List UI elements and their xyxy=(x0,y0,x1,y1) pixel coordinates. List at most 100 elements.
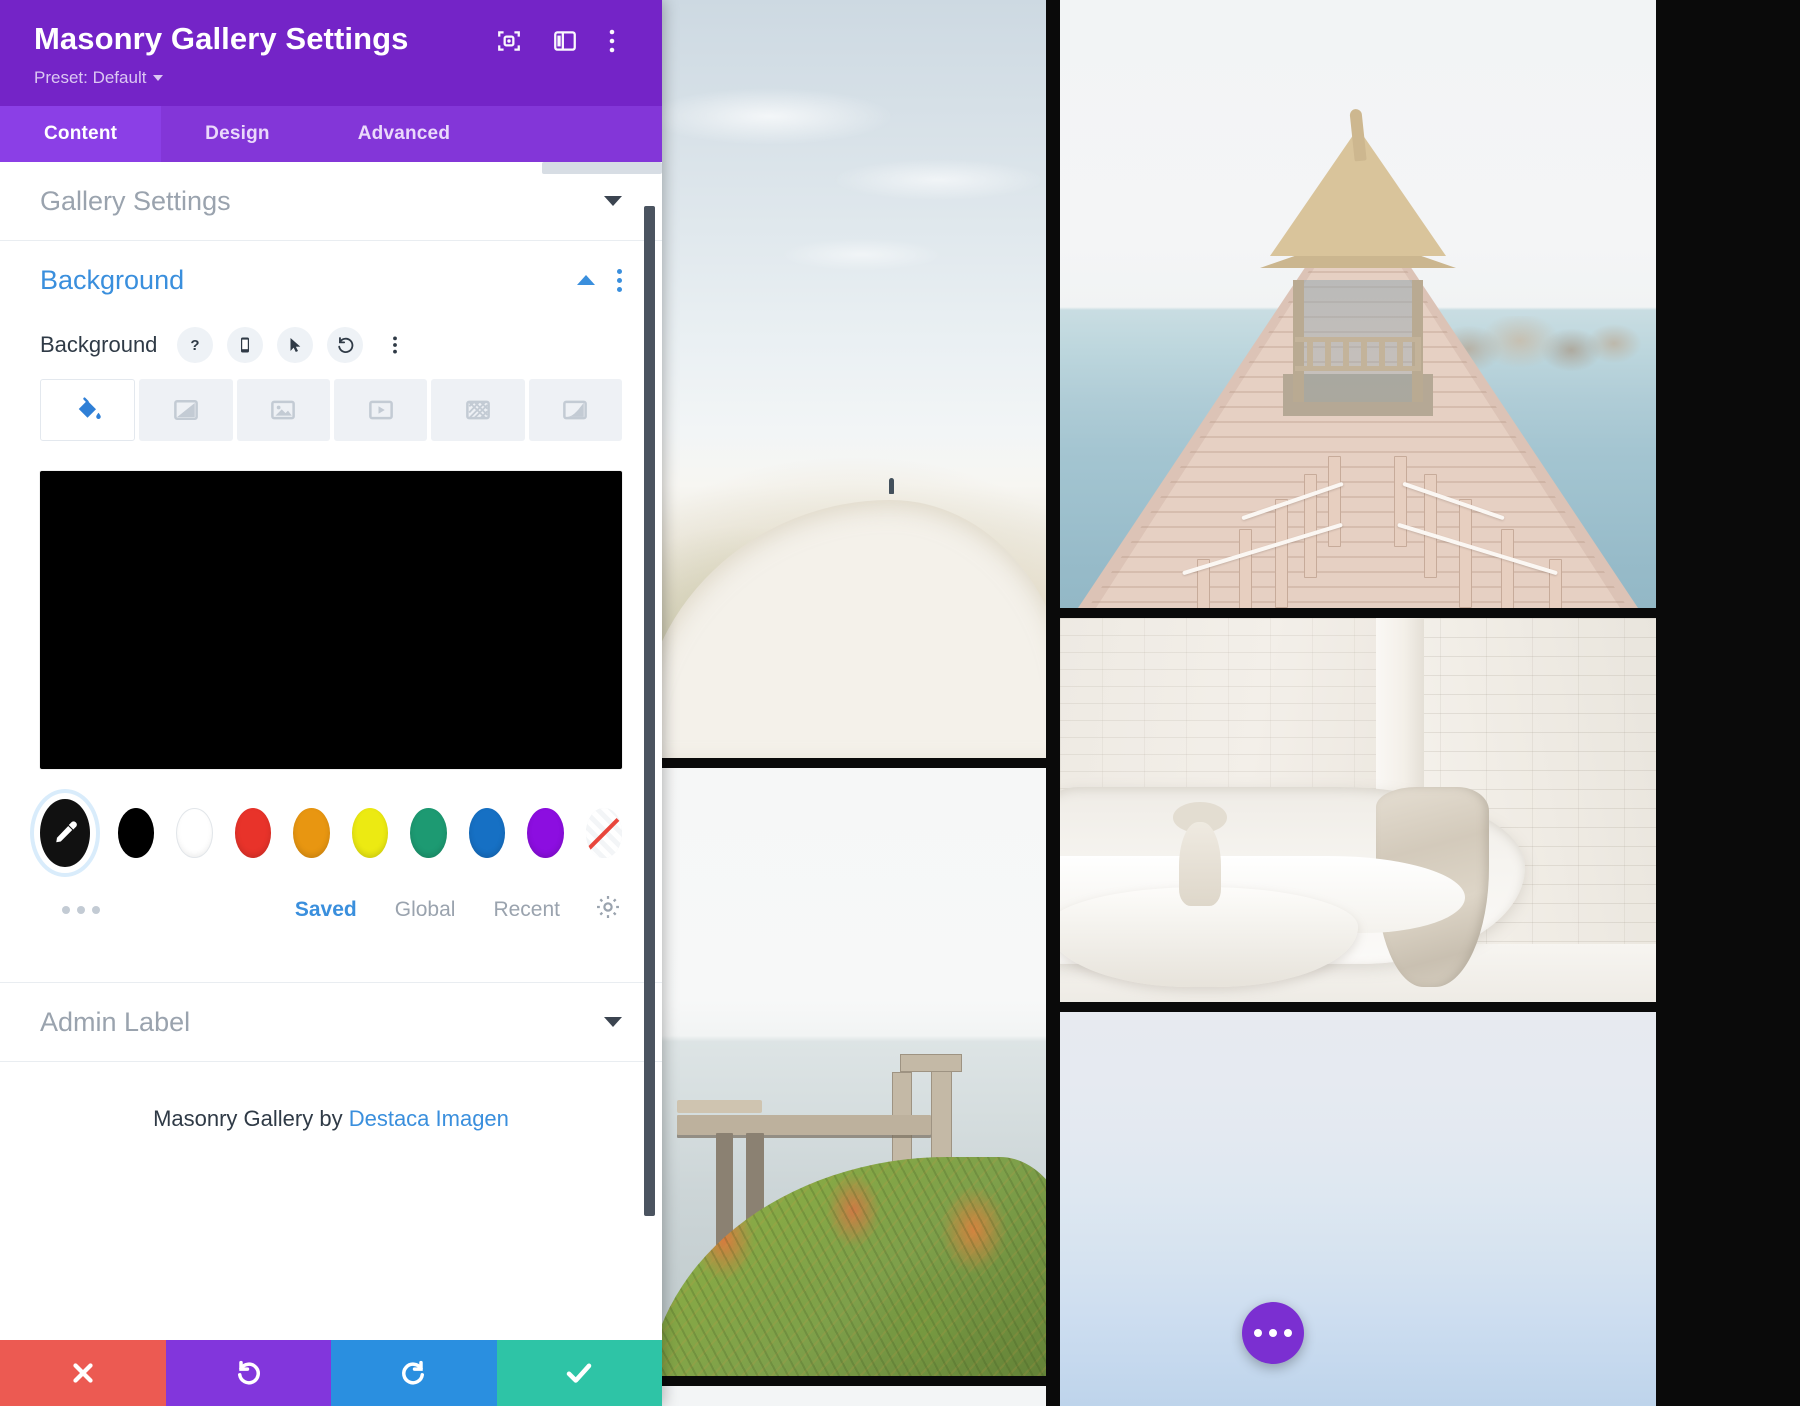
check-icon xyxy=(566,1363,592,1383)
sidebar-item-gallery-settings[interactable]: Gallery Settings xyxy=(40,162,622,240)
layout-panel-icon[interactable] xyxy=(552,28,578,59)
gradient-icon xyxy=(174,400,198,420)
swatch-white[interactable] xyxy=(176,808,213,858)
credit-prefix: Masonry Gallery by xyxy=(153,1106,349,1131)
dune-scrub-grass xyxy=(662,591,1046,758)
panel-tabs: Content Design Advanced xyxy=(0,106,662,162)
help-icon[interactable]: ? xyxy=(177,327,214,363)
background-type-tabs xyxy=(40,379,622,441)
chevron-down-icon xyxy=(153,75,164,81)
cliff-post-b xyxy=(930,1056,952,1173)
eyedropper-swatch[interactable] xyxy=(40,799,90,867)
preset-selector[interactable]: Preset: Default xyxy=(34,68,628,88)
reset-icon[interactable] xyxy=(327,327,364,363)
chevron-up-icon xyxy=(577,275,595,285)
app-root: Masonry Gallery Settings Preset: Default… xyxy=(0,0,1800,1406)
three-dots-icon xyxy=(1269,1329,1277,1337)
background-field-label: Background xyxy=(40,332,158,357)
bench-top xyxy=(677,1114,931,1136)
section-admin-label: Admin Label xyxy=(0,983,662,1061)
tab-design[interactable]: Design xyxy=(161,106,314,162)
swatch-orange[interactable] xyxy=(293,808,330,858)
pier-photo xyxy=(1060,0,1656,608)
pattern-icon xyxy=(466,400,490,420)
gazebo-railing xyxy=(1295,337,1421,372)
cancel-button[interactable] xyxy=(0,1340,166,1406)
pier-post xyxy=(1328,456,1342,548)
sky-photo xyxy=(1060,1012,1656,1406)
color-preview[interactable] xyxy=(40,471,622,769)
panel-subbar xyxy=(542,162,662,174)
preset-label: Preset: Default xyxy=(34,68,147,87)
pier-post xyxy=(1459,498,1473,608)
three-dots-icon xyxy=(1284,1329,1292,1337)
gallery-image-sky[interactable] xyxy=(1060,1012,1656,1406)
gallery-image-partial[interactable] xyxy=(662,1386,1046,1406)
palette-tab-global[interactable]: Global xyxy=(395,898,456,922)
section-title-gallery-settings: Gallery Settings xyxy=(40,185,231,216)
pier-post xyxy=(1238,528,1252,608)
tab-advanced[interactable]: Advanced xyxy=(314,106,494,162)
cliff-post-c xyxy=(900,1053,962,1072)
swatch-purple[interactable] xyxy=(527,808,564,858)
gallery-image-pier[interactable] xyxy=(1060,0,1656,608)
svg-text:?: ? xyxy=(191,337,200,354)
section-background: Background Background ? Saved Global Rec… xyxy=(0,241,662,926)
gear-icon[interactable] xyxy=(594,893,622,926)
palette-tab-saved[interactable]: Saved xyxy=(295,898,357,922)
panel-title: Masonry Gallery Settings xyxy=(34,21,409,56)
dune-photo xyxy=(662,0,1046,758)
responsive-mobile-icon[interactable] xyxy=(227,327,264,363)
hover-cursor-icon[interactable] xyxy=(277,327,314,363)
close-icon xyxy=(73,1363,93,1383)
panel-footer xyxy=(0,1340,662,1406)
sidebar-item-background[interactable]: Background xyxy=(40,241,622,319)
panel-header: Masonry Gallery Settings Preset: Default xyxy=(0,0,662,106)
more-options-icon[interactable] xyxy=(377,327,413,363)
background-color-tab[interactable] xyxy=(40,379,136,441)
gallery-options-fab[interactable] xyxy=(1242,1302,1304,1364)
room-photo xyxy=(1060,618,1656,1002)
redo-button[interactable] xyxy=(331,1340,497,1406)
background-pattern-tab[interactable] xyxy=(431,379,525,441)
panel-scrollbar[interactable] xyxy=(644,206,655,1216)
credit-link[interactable]: Destaca Imagen xyxy=(349,1106,509,1131)
gallery-image-room[interactable] xyxy=(1060,618,1656,1002)
palette-tabs-row: Saved Global Recent xyxy=(40,893,622,926)
more-options-icon[interactable] xyxy=(608,28,616,59)
cliff-photo xyxy=(662,768,1046,1376)
image-icon xyxy=(271,400,296,420)
color-swatches xyxy=(40,799,622,867)
background-image-tab[interactable] xyxy=(236,379,330,441)
paint-bucket-icon xyxy=(78,397,101,419)
undo-button[interactable] xyxy=(165,1340,331,1406)
background-video-tab[interactable] xyxy=(333,379,428,441)
swatch-transparent[interactable] xyxy=(585,808,622,858)
gallery-image-dune[interactable] xyxy=(662,0,1046,758)
background-gradient-tab[interactable] xyxy=(139,379,233,441)
section-more-options-icon[interactable] xyxy=(617,268,622,292)
save-button[interactable] xyxy=(496,1340,662,1406)
tab-content[interactable]: Content xyxy=(0,106,162,162)
swatch-black[interactable] xyxy=(117,808,155,858)
pier-post xyxy=(1393,456,1407,548)
sidebar-item-admin-label[interactable]: Admin Label xyxy=(40,983,622,1061)
module-credit: Masonry Gallery by Destaca Imagen xyxy=(0,1062,662,1132)
pier-post xyxy=(1274,498,1288,608)
background-mask-tab[interactable] xyxy=(528,379,622,441)
chevron-down-icon xyxy=(604,196,622,206)
palette-tab-recent[interactable]: Recent xyxy=(493,898,560,922)
swatch-teal[interactable] xyxy=(410,808,447,858)
bench-plank xyxy=(677,1099,762,1114)
swatch-blue[interactable] xyxy=(468,808,506,858)
gallery-image-cliff[interactable] xyxy=(662,768,1046,1376)
more-swatches-icon[interactable] xyxy=(62,905,100,914)
chevron-down-icon xyxy=(604,1017,622,1027)
module-settings-panel: Masonry Gallery Settings Preset: Default… xyxy=(0,0,662,1406)
focus-target-icon[interactable] xyxy=(496,28,522,59)
pier-post xyxy=(1548,559,1562,608)
partial-photo xyxy=(662,1386,1046,1406)
swatch-yellow[interactable] xyxy=(351,808,389,858)
swatch-red[interactable] xyxy=(234,808,272,858)
pier-post xyxy=(1501,528,1515,608)
